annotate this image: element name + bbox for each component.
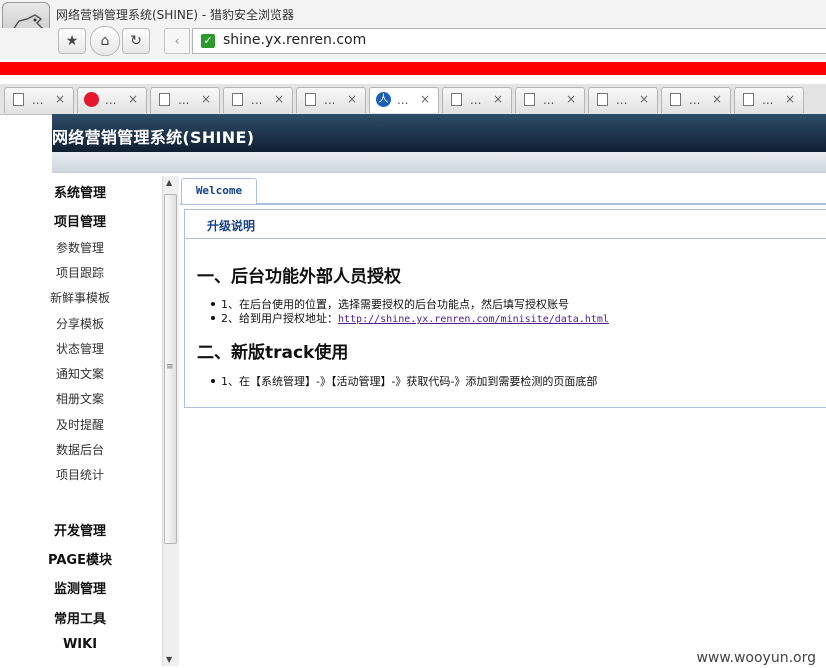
content-tabbar: Welcome <box>180 176 826 205</box>
tab-welcome[interactable]: Welcome <box>181 178 257 204</box>
page-icon <box>524 93 535 106</box>
tab-label: ... <box>178 93 190 107</box>
sidebar-item-project-stats[interactable]: 项目统计 <box>0 466 160 483</box>
home-button[interactable]: ⌂ <box>90 26 120 56</box>
page-icon <box>743 93 754 106</box>
list-item: 1、在【系统管理】-》【活动管理】-》获取代码-》添加到需要检测的页面底部 <box>210 375 598 388</box>
close-icon[interactable]: × <box>785 92 795 106</box>
close-icon[interactable]: × <box>566 92 576 106</box>
favorite-star-button[interactable]: ★ <box>58 28 86 54</box>
browser-tab[interactable]: ... × <box>4 87 74 113</box>
browser-tab[interactable]: ... × <box>296 87 366 113</box>
list-item-text: 2、给到用户授权地址： <box>221 312 338 325</box>
sidebar-item-notice-copy[interactable]: 通知文案 <box>0 365 160 382</box>
page-icon <box>305 93 316 106</box>
browser-tab[interactable]: ... × <box>77 87 147 113</box>
panel-header: 升级说明 <box>185 210 826 239</box>
sidebar-item-status[interactable]: 状态管理 <box>0 340 160 357</box>
sidebar-item-tracking[interactable]: 项目跟踪 <box>0 264 160 281</box>
close-icon[interactable]: × <box>420 92 430 106</box>
scroll-up-icon[interactable]: ▲ <box>166 178 172 187</box>
sidebar-item-share-template[interactable]: 分享模板 <box>0 315 160 332</box>
sidebar-item-monitor[interactable]: 监测管理 <box>0 578 160 597</box>
page-icon <box>597 93 608 106</box>
sidebar-item-params[interactable]: 参数管理 <box>0 239 160 256</box>
sidebar-nav: 系统管理 项目管理 参数管理 项目跟踪 新鲜事模板 分享模板 状态管理 通知文案… <box>0 174 160 668</box>
browser-tab-active[interactable]: 人... × <box>369 87 439 113</box>
secure-check-icon: ✓ <box>201 34 215 48</box>
close-icon[interactable]: × <box>201 92 211 106</box>
close-icon[interactable]: × <box>55 92 65 106</box>
tab-label: ... <box>470 93 482 107</box>
upgrade-notes-panel: 升级说明 一、后台功能外部人员授权 1、在后台使用的位置，选择需要授权的后台功能… <box>184 209 826 408</box>
close-icon[interactable]: × <box>347 92 357 106</box>
section-heading: 二、新版track使用 <box>197 343 349 363</box>
scroll-down-icon[interactable]: ▼ <box>166 655 172 664</box>
browser-tab[interactable]: ... × <box>150 87 220 113</box>
close-icon[interactable]: × <box>128 92 138 106</box>
sidebar-scrollbar[interactable]: ▲ ≡ ▼ <box>162 176 179 666</box>
star-icon: ★ <box>65 33 79 49</box>
browser-tab[interactable]: ... × <box>661 87 731 113</box>
watermark: www.wooyun.org <box>696 650 816 666</box>
page-icon <box>451 93 462 106</box>
browser-tab[interactable]: ... × <box>442 87 512 113</box>
close-icon[interactable]: × <box>274 92 284 106</box>
close-icon[interactable]: × <box>712 92 722 106</box>
page-icon <box>159 93 170 106</box>
sidebar-item-album-copy[interactable]: 相册文案 <box>0 390 160 407</box>
tab-label: ... <box>251 93 263 107</box>
browser-titlebar: 网络营销管理系统(SHINE) - 猎豹安全浏览器 <box>0 0 826 28</box>
app-title: 网络营销管理系统(SHINE) <box>52 128 255 147</box>
sidebar-item-project[interactable]: 项目管理 <box>0 211 160 230</box>
tab-label: ... <box>762 93 774 107</box>
tab-label: ... <box>32 93 44 107</box>
reload-button[interactable]: ↻ <box>122 28 150 54</box>
sidebar-item-dev[interactable]: 开发管理 <box>0 520 160 539</box>
tab-label: ... <box>616 93 628 107</box>
weibo-icon <box>84 92 99 107</box>
back-button[interactable]: ‹ <box>164 28 190 54</box>
browser-tab[interactable]: ... × <box>515 87 585 113</box>
sidebar-item-page-module[interactable]: PAGE模块 <box>0 549 160 568</box>
sidebar-item-data-backend[interactable]: 数据后台 <box>0 441 160 458</box>
reload-icon: ↻ <box>130 33 142 49</box>
home-icon: ⌂ <box>100 33 110 49</box>
renren-icon: 人 <box>376 92 391 107</box>
section-heading: 一、后台功能外部人员授权 <box>197 267 401 287</box>
grip-icon: ≡ <box>166 362 174 372</box>
authorization-link[interactable]: http://shine.yx.renren.com/minisite/data… <box>338 314 609 325</box>
browser-tab[interactable]: ... × <box>223 87 293 113</box>
close-icon[interactable]: × <box>639 92 649 106</box>
sidebar-item-reminder[interactable]: 及时提醒 <box>0 416 160 433</box>
tab-label: ... <box>543 93 555 107</box>
address-bar[interactable]: ✓ shine.yx.renren.com <box>192 28 826 54</box>
url-text: shine.yx.renren.com <box>223 32 367 48</box>
sidebar-item-system[interactable]: 系统管理 <box>0 182 160 201</box>
tab-label: ... <box>689 93 701 107</box>
tab-label: ... <box>105 93 117 107</box>
browser-toolbar: ★ ⌂ ↻ ‹ ✓ shine.yx.renren.com <box>0 26 826 61</box>
tab-label: ... <box>324 93 336 107</box>
app-header-band <box>52 152 826 173</box>
page-icon <box>13 93 24 106</box>
browser-tab[interactable]: ... × <box>734 87 804 113</box>
app-header: 网络营销管理系统(SHINE) <box>52 114 826 152</box>
page-icon <box>232 93 243 106</box>
browser-tab-strip: ... × ... × ... × ... × ... × 人... × ... × ... ×… <box>0 84 826 115</box>
close-icon[interactable]: × <box>493 92 503 106</box>
sidebar-item-feed-template[interactable]: 新鲜事模板 <box>0 289 160 306</box>
window-title: 网络营销管理系统(SHINE) - 猎豹安全浏览器 <box>56 8 295 22</box>
page-icon <box>670 93 681 106</box>
sidebar-item-wiki[interactable]: WIKI <box>0 637 160 652</box>
browser-tab[interactable]: ... × <box>588 87 658 113</box>
chevron-left-icon: ‹ <box>174 34 180 48</box>
list-item: 2、给到用户授权地址：http://shine.yx.renren.com/mi… <box>211 310 609 326</box>
sidebar-item-tools[interactable]: 常用工具 <box>0 608 160 627</box>
panel-title: 升级说明 <box>207 219 256 233</box>
redacted-bookmark-bar <box>0 62 826 75</box>
tab-label: ... <box>397 93 409 107</box>
